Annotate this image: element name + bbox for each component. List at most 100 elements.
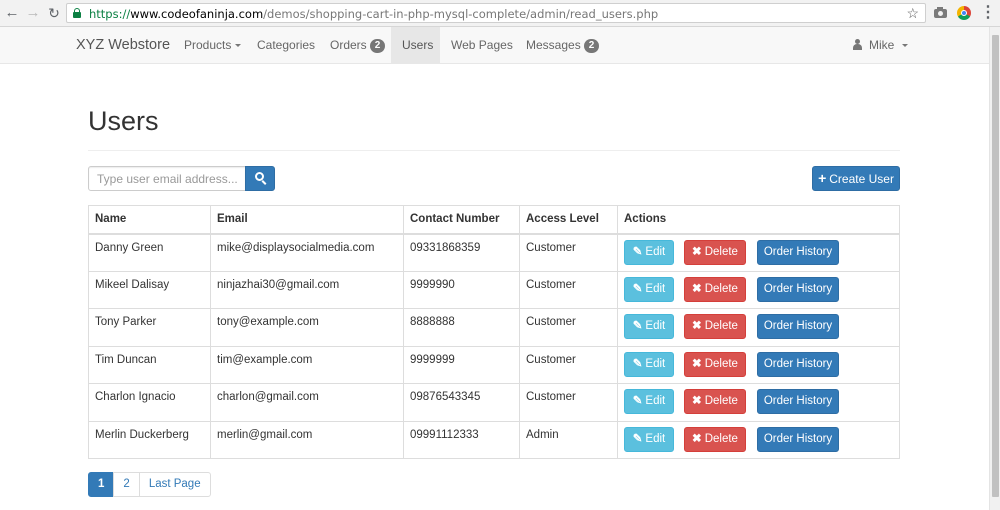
nav-categories[interactable]: Categories [246, 27, 326, 63]
caret-down-icon [235, 44, 242, 48]
page-2-link[interactable]: 2 [113, 472, 140, 497]
url-text: https://www.codeofaninja.com/demos/shopp… [89, 7, 659, 21]
close-icon: ✖ [692, 245, 702, 258]
scrollbar-thumb[interactable] [992, 35, 999, 497]
pagination: 1 2 Last Page [88, 472, 211, 497]
cell-contact: 09331868359 [403, 233, 520, 272]
search-form [88, 166, 275, 191]
address-bar[interactable]: https://www.codeofaninja.com/demos/shopp… [66, 3, 926, 23]
user-icon [852, 39, 863, 50]
cell-access-level: Customer [519, 308, 618, 347]
nav-messages[interactable]: Messages 2 [515, 27, 610, 63]
header-email: Email [210, 205, 404, 235]
delete-button[interactable]: ✖ Delete [684, 239, 746, 265]
cell-name: Danny Green [88, 233, 211, 272]
delete-button[interactable]: ✖ Delete [684, 351, 746, 377]
edit-button[interactable]: ✎ Edit [624, 389, 674, 414]
cell-email: tim@example.com [210, 345, 404, 384]
last-page-link[interactable]: Last Page [138, 472, 211, 497]
edit-icon: ✎ [632, 395, 643, 407]
cell-access-level: Admin [519, 420, 618, 459]
create-user-button[interactable]: + Create User [812, 166, 900, 191]
close-icon: ✖ [692, 282, 702, 295]
close-icon: ✖ [692, 395, 702, 407]
camera-icon[interactable] [933, 5, 949, 21]
table-row: Charlon Ignacio charlon@gmail.com 098765… [88, 383, 900, 422]
order-history-button[interactable]: Order History [757, 389, 839, 414]
cell-name: Merlin Duckerberg [88, 420, 211, 459]
order-history-button[interactable]: Order History [757, 276, 839, 302]
cell-access-level: Customer [519, 233, 618, 272]
search-input[interactable] [88, 166, 246, 191]
plus-icon: + [818, 170, 827, 186]
back-arrow-icon[interactable]: ← [3, 4, 21, 22]
nav-users[interactable]: Users [391, 27, 440, 63]
cell-actions: ✎ Edit ✖ Delete Order History [617, 308, 900, 347]
cell-name: Tony Parker [88, 308, 211, 347]
edit-button[interactable]: ✎ Edit [624, 351, 674, 377]
close-icon: ✖ [692, 357, 702, 370]
reload-icon[interactable]: ↻ [45, 4, 63, 22]
edit-icon: ✎ [632, 282, 643, 295]
cell-email: charlon@gmail.com [210, 383, 404, 422]
search-button[interactable] [245, 166, 275, 191]
table-header-row: Name Email Contact Number Access Level A… [88, 205, 900, 235]
edit-button[interactable]: ✎ Edit [624, 426, 674, 452]
user-menu[interactable]: Mike [852, 27, 909, 63]
brand-link[interactable]: XYZ Webstore [76, 37, 170, 53]
table-row: Mikeel Dalisay ninjazhai30@gmail.com 999… [88, 270, 900, 309]
cell-access-level: Customer [519, 270, 618, 309]
cell-access-level: Customer [519, 345, 618, 384]
page-scrollbar[interactable] [989, 27, 1000, 510]
close-icon: ✖ [692, 432, 702, 445]
close-icon: ✖ [692, 320, 702, 332]
cell-actions: ✎ Edit ✖ Delete Order History [617, 420, 900, 459]
page-title: Users [88, 106, 159, 136]
edit-button[interactable]: ✎ Edit [624, 276, 674, 302]
search-icon [255, 172, 267, 185]
order-history-button[interactable]: Order History [757, 314, 839, 339]
nav-products[interactable]: Products [173, 27, 252, 63]
edit-button[interactable]: ✎ Edit [624, 239, 674, 265]
lock-icon [73, 8, 81, 18]
cell-contact: 09991112333 [403, 420, 520, 459]
table-row: Tim Duncan tim@example.com 9999999 Custo… [88, 345, 900, 384]
cell-email: ninjazhai30@gmail.com [210, 270, 404, 309]
delete-button[interactable]: ✖ Delete [684, 426, 746, 452]
browser-menu-icon[interactable]: ⋮ [980, 5, 996, 21]
edit-icon: ✎ [632, 320, 643, 332]
edit-icon: ✎ [632, 357, 643, 370]
nav-web-pages[interactable]: Web Pages [440, 27, 524, 63]
cell-actions: ✎ Edit ✖ Delete Order History [617, 233, 900, 272]
title-divider [88, 150, 900, 151]
cell-contact: 09876543345 [403, 383, 520, 422]
order-history-button[interactable]: Order History [757, 426, 839, 452]
edit-icon: ✎ [632, 432, 643, 445]
page-1-link[interactable]: 1 [88, 472, 115, 497]
delete-button[interactable]: ✖ Delete [684, 314, 746, 339]
delete-button[interactable]: ✖ Delete [684, 276, 746, 302]
cell-contact: 9999999 [403, 345, 520, 384]
cell-name: Tim Duncan [88, 345, 211, 384]
edit-icon: ✎ [632, 245, 643, 258]
messages-badge: 2 [583, 38, 600, 53]
delete-button[interactable]: ✖ Delete [684, 389, 746, 414]
cell-access-level: Customer [519, 383, 618, 422]
top-navbar: XYZ Webstore Products Categories Orders 2… [0, 27, 989, 64]
order-history-button[interactable]: Order History [757, 239, 839, 265]
table-row: Tony Parker tony@example.com 8888888 Cus… [88, 308, 900, 347]
cell-email: mike@displaysocialmedia.com [210, 233, 404, 272]
cell-actions: ✎ Edit ✖ Delete Order History [617, 383, 900, 422]
bookmark-star-icon[interactable]: ☆ [906, 5, 919, 22]
header-access-level: Access Level [519, 205, 618, 235]
cell-contact: 8888888 [403, 308, 520, 347]
cell-email: tony@example.com [210, 308, 404, 347]
nav-orders[interactable]: Orders 2 [319, 27, 396, 63]
caret-down-icon [902, 44, 909, 48]
chrome-extension-icon[interactable] [956, 5, 972, 21]
edit-button[interactable]: ✎ Edit [624, 314, 674, 339]
forward-arrow-icon[interactable]: → [24, 4, 42, 22]
header-name: Name [88, 205, 211, 235]
order-history-button[interactable]: Order History [757, 351, 839, 377]
table-row: Danny Green mike@displaysocialmedia.com … [88, 233, 900, 272]
